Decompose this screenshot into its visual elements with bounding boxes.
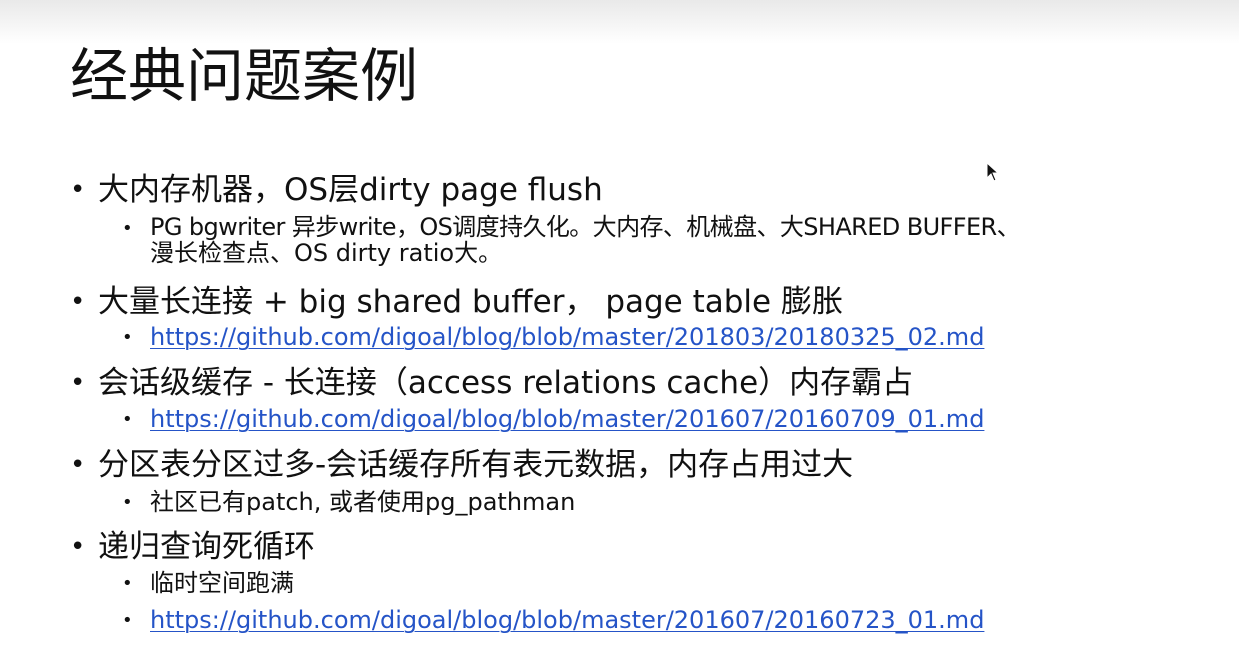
sub-item-text: 临时空间跑满 [150,569,294,597]
bullet-icon: • [122,492,133,513]
mouse-pointer-icon [986,162,1000,182]
sub-item-text-line1: PG bgwriter 异步write，OS调度持久化。大内存、机械盘、大SHA… [150,213,1021,241]
bullet-icon: • [70,532,86,562]
github-link[interactable]: https://github.com/digoal/blog/blob/mast… [150,323,984,351]
bullet-icon: • [122,409,133,430]
list-item-text: 大量长连接 + big shared buffer， page table 膨胀 [98,284,843,320]
slide-content: • 大内存机器，OS层dirty page flush • PG bgwrite… [0,0,1239,663]
bullet-icon: • [122,610,133,631]
list-item-text: 大内存机器，OS层dirty page flush [98,172,603,208]
sub-item-text: 社区已有patch, 或者使用pg_pathman [150,488,576,516]
list-item-text: 递归查询死循环 [98,529,315,565]
github-link[interactable]: https://github.com/digoal/blog/blob/mast… [150,606,984,634]
list-item-text: 分区表分区过多-会话缓存所有表元数据，内存占用过大 [98,447,854,483]
bullet-icon: • [122,573,133,594]
bullet-icon: • [122,327,133,348]
bullet-icon: • [70,287,86,317]
bullet-icon: • [122,218,133,239]
sub-item-text-line2: 漫长检查点、OS dirty ratio大。 [150,239,503,267]
list-item-text: 会话级缓存 - 长连接（access relations cache）内存霸占 [98,365,914,401]
bullet-icon: • [70,450,86,480]
github-link[interactable]: https://github.com/digoal/blog/blob/mast… [150,405,984,433]
bullet-icon: • [70,175,86,205]
bullet-icon: • [70,368,86,398]
